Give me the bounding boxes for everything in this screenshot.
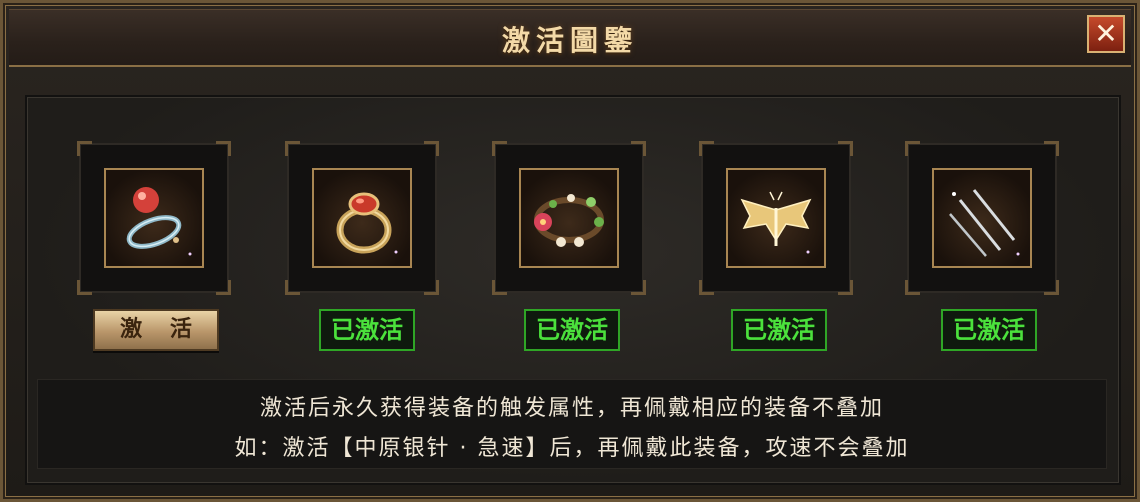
- item-slot-1[interactable]: [77, 141, 231, 295]
- activate-button[interactable]: 激 活: [93, 309, 219, 351]
- golden-wings-icon: [726, 168, 826, 268]
- flower-wreath-icon: [519, 168, 619, 268]
- window-title: 激活圖鑒: [501, 24, 638, 57]
- description-box: 激活后永久获得装备的触发属性，再佩戴相应的装备不叠加 如：激活【中原银针 · 急…: [37, 379, 1107, 469]
- gem-ring-icon: [104, 168, 204, 268]
- activation-codex-window: 激活圖鑒 ✕ 激 活 已激活 已激活 已激活 已激活 激活后永久获得装备的触发属…: [0, 0, 1140, 502]
- close-icon: ✕: [1094, 17, 1118, 50]
- activated-badge: 已激活: [319, 309, 415, 351]
- title-bar: 激活圖鑒 ✕: [9, 9, 1131, 67]
- activated-badge: 已激活: [941, 309, 1037, 351]
- item-slot-2[interactable]: [285, 141, 439, 295]
- ruby-ring-icon: [312, 168, 412, 268]
- description-line-2: 如：激活【中原银针 · 急速】后，再佩戴此装备，攻速不会叠加: [234, 436, 910, 461]
- silver-needles-icon: [932, 168, 1032, 268]
- item-slot-5[interactable]: [905, 141, 1059, 295]
- activated-badge: 已激活: [524, 309, 620, 351]
- item-slot-4[interactable]: [699, 141, 853, 295]
- item-slot-3[interactable]: [492, 141, 646, 295]
- codex-panel: 激 活 已激活 已激活 已激活 已激活 激活后永久获得装备的触发属性，再佩戴相应…: [25, 95, 1121, 485]
- activated-badge: 已激活: [731, 309, 827, 351]
- close-button[interactable]: ✕: [1087, 15, 1125, 53]
- description-line-1: 激活后永久获得装备的触发属性，再佩戴相应的装备不叠加: [259, 396, 884, 421]
